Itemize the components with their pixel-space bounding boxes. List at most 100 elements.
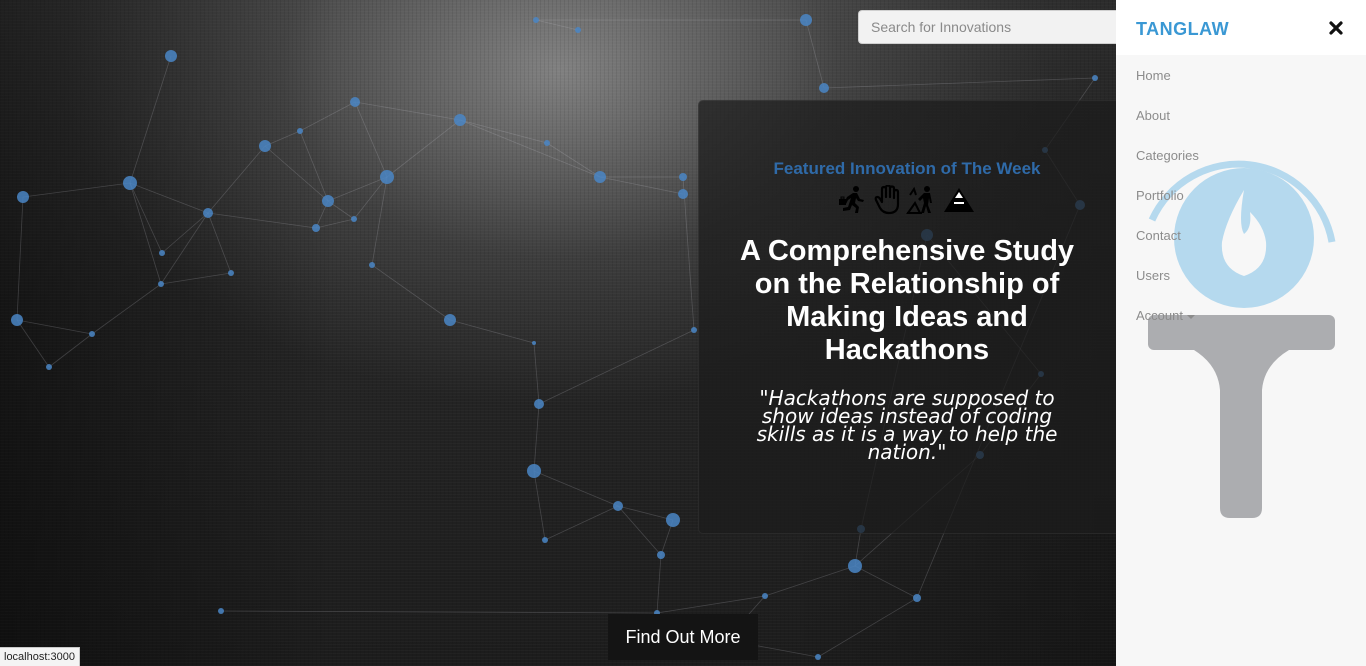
network-link — [264, 145, 329, 202]
network-node — [532, 341, 536, 345]
network-link — [386, 119, 461, 178]
network-node — [594, 171, 606, 183]
network-node — [159, 250, 165, 256]
network-node — [533, 17, 539, 23]
network-link — [327, 176, 388, 202]
network-link — [617, 505, 674, 521]
sidenav-item-users[interactable]: Users — [1116, 256, 1366, 296]
network-link — [129, 182, 162, 285]
network-node — [657, 551, 665, 559]
network-node — [762, 593, 768, 599]
network-link — [599, 176, 684, 195]
network-node — [46, 364, 52, 370]
network-link — [299, 130, 329, 202]
network-link — [160, 212, 209, 285]
status-bar-url: localhost:3000 — [0, 647, 80, 666]
network-node — [575, 27, 581, 33]
network-node — [312, 224, 320, 232]
network-link — [48, 333, 93, 368]
side-navigation: TANGLAW Home About Categories Portfolio … — [1116, 0, 1366, 666]
network-link — [91, 283, 162, 335]
network-node — [89, 331, 95, 337]
network-link — [533, 470, 619, 507]
network-node — [259, 140, 271, 152]
network-link — [459, 119, 548, 144]
network-node — [691, 327, 697, 333]
sidenav-header: TANGLAW — [1116, 0, 1366, 55]
network-link — [538, 329, 695, 405]
network-link — [371, 176, 388, 266]
network-node — [913, 594, 921, 602]
sidenav-item-home[interactable]: Home — [1116, 56, 1366, 96]
featured-innovation-card: Featured Innovation of The Week A Compre… — [698, 100, 1138, 534]
network-link — [207, 145, 266, 214]
network-link — [315, 218, 355, 229]
network-node — [158, 281, 164, 287]
network-node — [17, 191, 29, 203]
network-node — [322, 195, 334, 207]
network-link — [129, 55, 172, 184]
network-link — [449, 319, 535, 344]
network-node — [380, 170, 394, 184]
network-link — [16, 196, 24, 321]
network-link — [544, 505, 619, 541]
network-link — [371, 264, 451, 321]
brand-logo-text[interactable]: TANGLAW — [1136, 19, 1229, 40]
network-link — [533, 403, 540, 472]
sidenav-item-about[interactable]: About — [1116, 96, 1366, 136]
network-node — [815, 654, 821, 660]
network-node — [534, 399, 544, 409]
network-node — [678, 189, 688, 199]
network-link — [207, 212, 317, 229]
sidenav-item-account[interactable]: Account — [1116, 296, 1366, 336]
network-link — [656, 595, 766, 614]
network-node — [819, 83, 829, 93]
network-node — [297, 128, 303, 134]
close-icon[interactable] — [1328, 20, 1344, 36]
running-with-briefcase-icon — [839, 186, 864, 213]
network-link — [354, 101, 388, 178]
page: Featured Innovation of The Week — [0, 0, 1366, 666]
network-link — [764, 565, 856, 597]
network-link — [161, 212, 209, 254]
network-link — [682, 176, 695, 331]
network-link — [459, 119, 601, 178]
network-node — [613, 501, 623, 511]
network-link — [299, 101, 356, 132]
network-link — [823, 77, 1096, 89]
network-link — [656, 554, 662, 614]
network-node — [11, 314, 23, 326]
network-node — [351, 216, 357, 222]
network-link — [805, 19, 825, 89]
network-node — [454, 114, 466, 126]
triangle-mountain-icon — [944, 188, 974, 212]
network-node — [444, 314, 456, 326]
find-out-more-button[interactable]: Find Out More — [608, 614, 758, 660]
network-node — [800, 14, 812, 26]
network-link — [817, 597, 918, 658]
search-input[interactable] — [858, 10, 1116, 44]
network-node — [203, 208, 213, 218]
caret-down-icon — [1186, 314, 1195, 319]
network-link — [854, 565, 918, 599]
featured-title: A Comprehensive Study on the Relationshi… — [739, 235, 1075, 366]
sidenav-item-categories[interactable]: Categories — [1116, 136, 1366, 176]
featured-label: Featured Innovation of The Week — [773, 159, 1041, 178]
featured-icon-row — [699, 185, 1115, 217]
network-node — [350, 97, 360, 107]
featured-quote: "Hackathons are supposed to show ideas i… — [756, 386, 1058, 464]
network-link — [533, 342, 540, 405]
sidenav-menu: Home About Categories Portfolio Contact … — [1116, 56, 1366, 336]
network-link — [16, 319, 93, 335]
sidenav-item-portfolio[interactable]: Portfolio — [1116, 176, 1366, 216]
sidenav-item-contact[interactable]: Contact — [1116, 216, 1366, 256]
network-node — [527, 464, 541, 478]
network-node — [1092, 75, 1098, 81]
network-link — [617, 505, 662, 556]
network-node — [228, 270, 234, 276]
network-node — [218, 608, 224, 614]
network-node — [123, 176, 137, 190]
network-link — [546, 142, 601, 178]
network-node — [679, 173, 687, 181]
network-node — [165, 50, 177, 62]
